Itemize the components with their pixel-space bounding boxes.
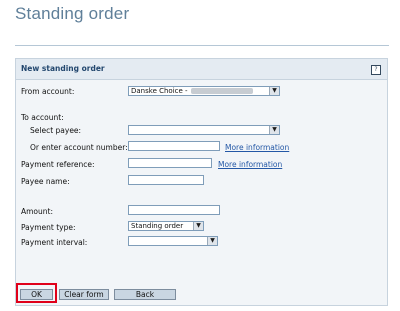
- title-divider: [15, 45, 389, 46]
- account-number-input[interactable]: [128, 141, 220, 151]
- account-number-more-info-link[interactable]: More information: [225, 143, 289, 152]
- chevron-down-icon: ▼: [207, 237, 217, 245]
- account-number-label: Or enter account number:: [30, 143, 128, 152]
- payment-type-select[interactable]: Standing order ▼: [128, 221, 204, 231]
- select-payee-select[interactable]: ▼: [128, 125, 280, 135]
- payee-name-input[interactable]: [128, 175, 204, 185]
- payee-name-label: Payee name:: [21, 177, 70, 186]
- chevron-down-icon: ▼: [193, 222, 203, 230]
- amount-input[interactable]: [128, 205, 220, 215]
- button-bar: OK Clear form Back: [16, 283, 387, 305]
- payment-reference-input[interactable]: [128, 158, 212, 168]
- payment-type-value: Standing order: [131, 222, 184, 230]
- from-account-value: Danske Choice -: [131, 87, 188, 95]
- page-title: Standing order: [15, 4, 130, 23]
- chevron-down-icon: ▼: [269, 87, 279, 95]
- help-icon[interactable]: ?: [371, 65, 381, 75]
- panel-title: New standing order: [21, 64, 105, 73]
- back-button[interactable]: Back: [114, 289, 176, 300]
- from-account-select[interactable]: Danske Choice - ▼: [128, 86, 280, 96]
- from-account-label: From account:: [21, 87, 75, 96]
- chevron-down-icon: ▼: [269, 126, 279, 134]
- payment-reference-more-info-link[interactable]: More information: [218, 160, 282, 169]
- payment-interval-label: Payment interval:: [21, 238, 88, 247]
- page: Standing order New standing order ? From…: [0, 0, 400, 311]
- select-payee-label: Select payee:: [30, 126, 82, 135]
- clear-form-button[interactable]: Clear form: [59, 289, 109, 300]
- ok-button[interactable]: OK: [20, 289, 53, 300]
- payment-interval-select[interactable]: ▼: [128, 236, 218, 246]
- amount-label: Amount:: [21, 207, 53, 216]
- payment-reference-label: Payment reference:: [21, 160, 95, 169]
- panel-header: New standing order ?: [16, 59, 387, 80]
- payment-type-label: Payment type:: [21, 223, 76, 232]
- redacted-account-number: [190, 88, 253, 94]
- to-account-label: To account:: [21, 113, 64, 122]
- standing-order-panel: New standing order ? From account: Dansk…: [15, 58, 388, 306]
